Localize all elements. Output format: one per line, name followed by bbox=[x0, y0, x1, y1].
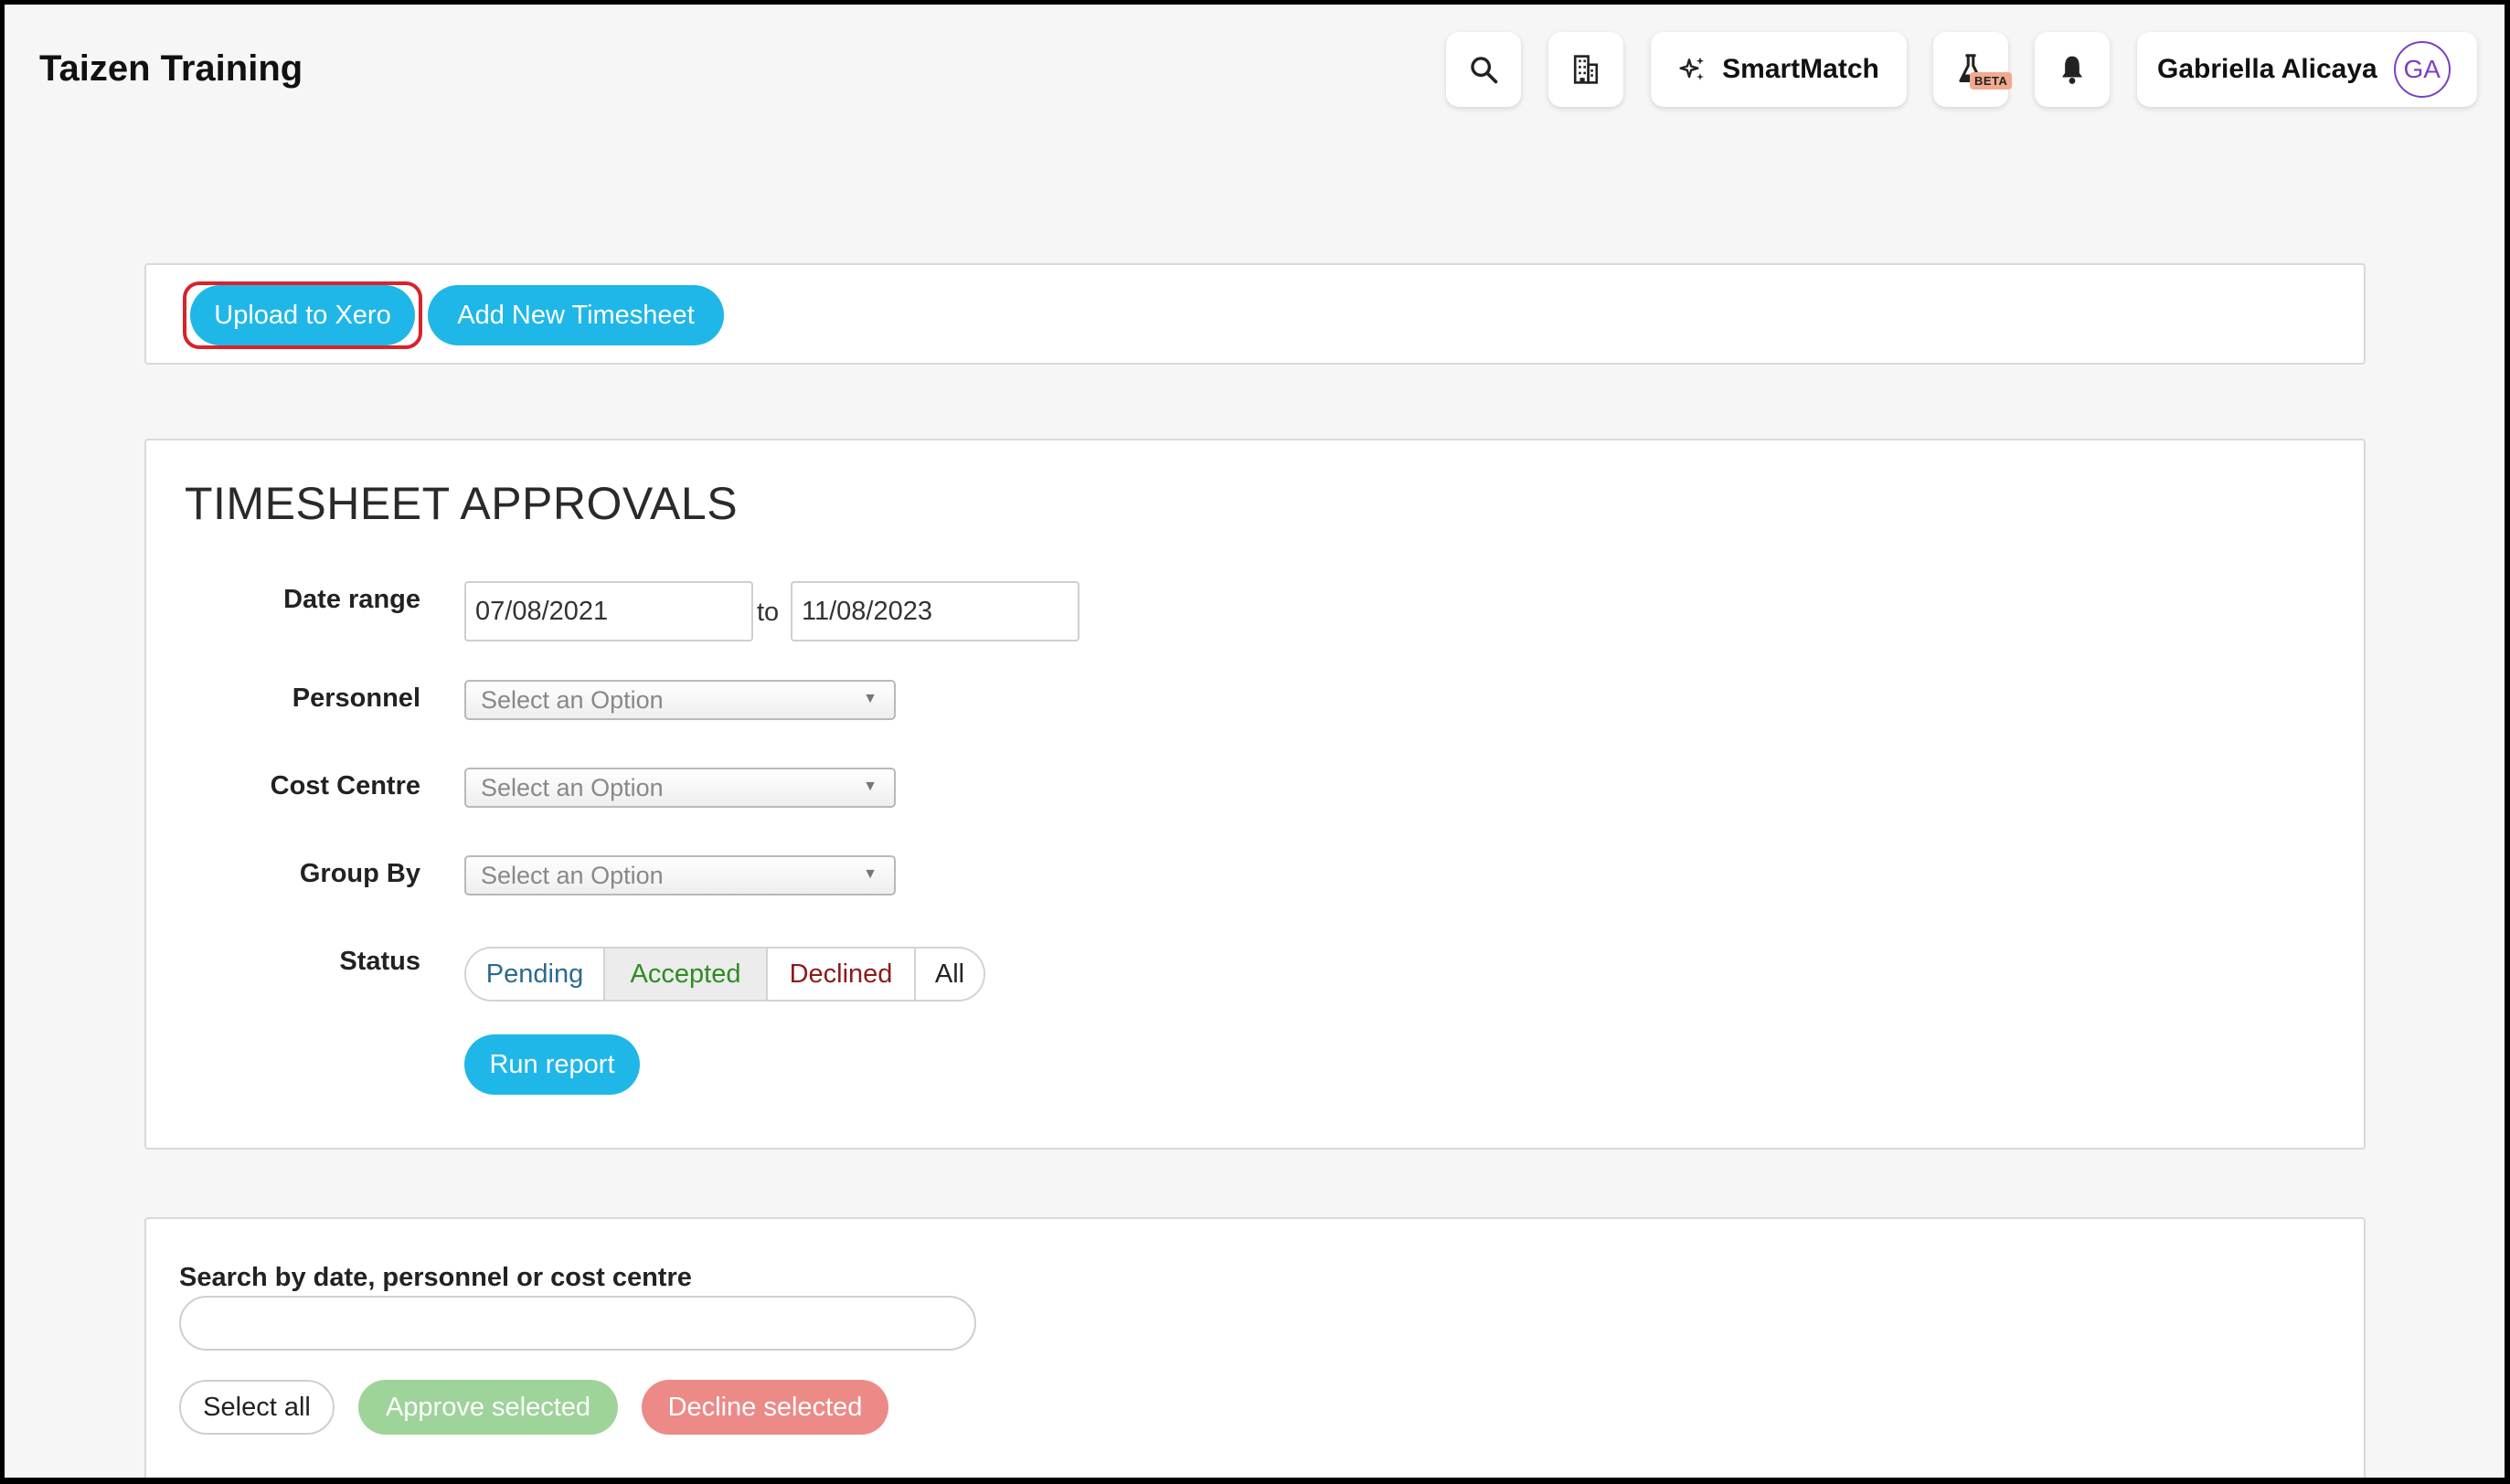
decline-selected-button[interactable]: Decline selected bbox=[642, 1380, 888, 1435]
actions-panel: Upload to Xero Add New Timesheet bbox=[144, 263, 2366, 365]
cost-centre-select-value: Select an Option bbox=[481, 773, 664, 801]
sparkle-icon bbox=[1678, 55, 1707, 84]
search-button[interactable] bbox=[1446, 32, 1521, 107]
status-filter: Pending Accepted Declined All bbox=[464, 947, 985, 1002]
personnel-select-value: Select an Option bbox=[481, 685, 664, 714]
app-window: Taizen Training SmartMatch BETA Gabriell… bbox=[5, 5, 2505, 1478]
page-title: TIMESHEET APPROVALS bbox=[185, 478, 739, 529]
bell-icon bbox=[2058, 54, 2087, 85]
caret-down-icon: ▼ bbox=[863, 691, 877, 706]
search-icon bbox=[1468, 54, 1499, 85]
status-declined[interactable]: Declined bbox=[768, 949, 916, 1000]
company-button[interactable] bbox=[1548, 32, 1623, 107]
caret-down-icon: ▼ bbox=[863, 866, 877, 882]
avatar: GA bbox=[2393, 41, 2451, 98]
group-by-label: Group By bbox=[299, 859, 420, 888]
select-all-button[interactable]: Select all bbox=[179, 1380, 335, 1435]
status-all[interactable]: All bbox=[916, 949, 984, 1000]
user-name: Gabriella Alicaya bbox=[2157, 54, 2377, 84]
status-label: Status bbox=[339, 947, 420, 976]
smartmatch-label: SmartMatch bbox=[1722, 54, 1879, 84]
group-by-select[interactable]: Select an Option ▼ bbox=[464, 855, 896, 896]
date-to-separator: to bbox=[757, 598, 780, 627]
status-accepted[interactable]: Accepted bbox=[605, 949, 768, 1000]
approve-selected-button[interactable]: Approve selected bbox=[358, 1380, 618, 1435]
group-by-select-value: Select an Option bbox=[481, 861, 664, 889]
date-to-input[interactable]: 11/08/2023 bbox=[791, 581, 1080, 641]
upload-highlight: Upload to Xero bbox=[183, 281, 422, 349]
building-icon bbox=[1571, 54, 1601, 85]
user-menu-button[interactable]: Gabriella Alicaya GA bbox=[2137, 32, 2477, 107]
beta-badge: BETA bbox=[1970, 72, 2013, 90]
timesheet-approvals-panel: TIMESHEET APPROVALS Date range 07/08/202… bbox=[144, 439, 2366, 1150]
cost-centre-label: Cost Centre bbox=[270, 771, 420, 800]
add-new-timesheet-button[interactable]: Add New Timesheet bbox=[428, 285, 724, 345]
run-report-button[interactable]: Run report bbox=[464, 1034, 640, 1095]
beta-lab-button[interactable]: BETA bbox=[1933, 32, 2013, 107]
cost-centre-select[interactable]: Select an Option ▼ bbox=[464, 768, 896, 808]
personnel-select[interactable]: Select an Option ▼ bbox=[464, 680, 896, 720]
smartmatch-button[interactable]: SmartMatch bbox=[1651, 32, 1907, 107]
search-input[interactable] bbox=[179, 1296, 976, 1351]
date-from-input[interactable]: 07/08/2021 bbox=[464, 581, 753, 641]
search-label: Search by date, personnel or cost centre bbox=[179, 1263, 692, 1292]
status-pending[interactable]: Pending bbox=[466, 949, 605, 1000]
app-title: Taizen Training bbox=[39, 48, 303, 89]
search-panel: Search by date, personnel or cost centre… bbox=[144, 1217, 2366, 1478]
upload-to-xero-button[interactable]: Upload to Xero bbox=[190, 285, 415, 345]
date-range-label: Date range bbox=[283, 585, 420, 614]
caret-down-icon: ▼ bbox=[863, 779, 877, 794]
personnel-label: Personnel bbox=[292, 684, 420, 713]
notifications-button[interactable] bbox=[2035, 32, 2110, 107]
